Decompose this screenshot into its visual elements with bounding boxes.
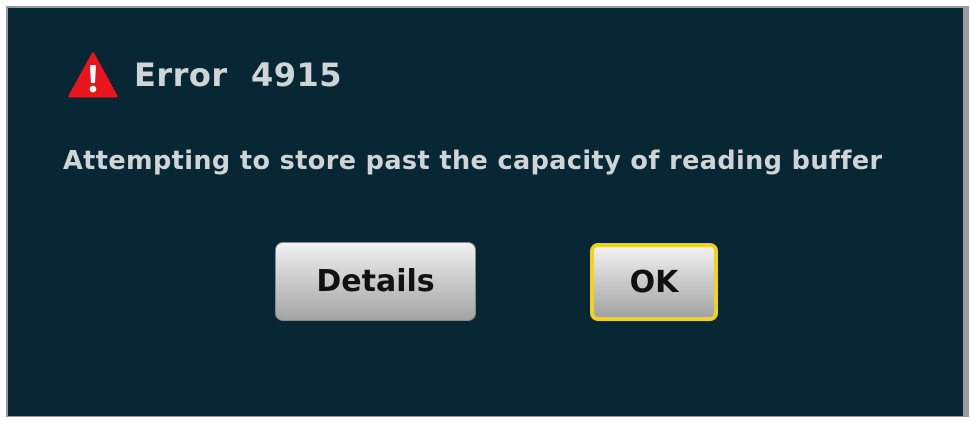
- dialog-title: Error 4915: [134, 56, 343, 94]
- dialog-title-row: Error 4915: [68, 52, 342, 98]
- error-dialog: Error 4915 Attempting to store past the …: [8, 8, 963, 416]
- warning-icon: [68, 52, 118, 98]
- ok-button[interactable]: OK: [590, 243, 718, 321]
- details-button[interactable]: Details: [275, 242, 476, 321]
- error-message: Attempting to store past the capacity of…: [63, 146, 883, 176]
